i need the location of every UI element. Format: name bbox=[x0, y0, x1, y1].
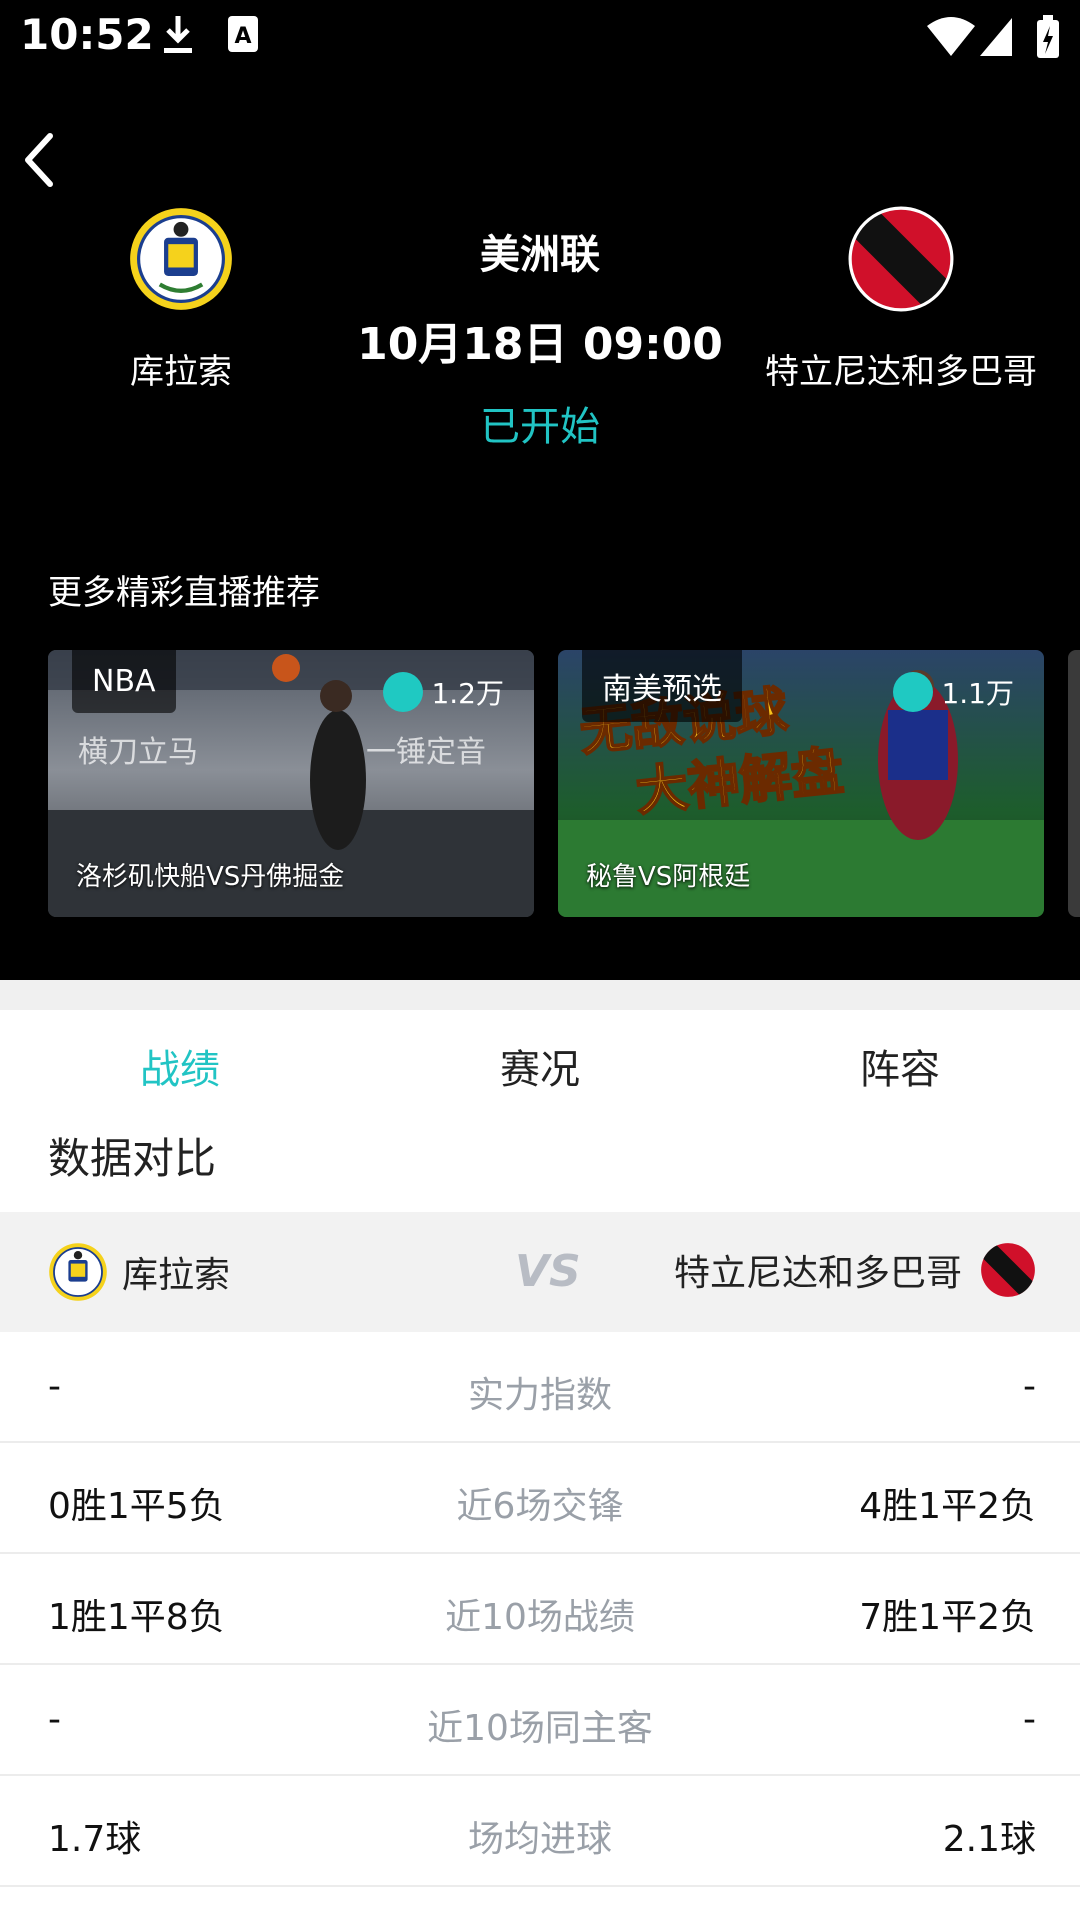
viewer-dot-icon bbox=[893, 672, 934, 712]
row-label: 实力指数 bbox=[467, 1375, 612, 1416]
league-name: 美洲联 bbox=[480, 232, 600, 278]
divider bbox=[0, 980, 1080, 1010]
card-viewers: 1.2万 bbox=[383, 672, 504, 712]
compare-row: - 近10场同主客 - bbox=[0, 1665, 1080, 1776]
away-value: 4胜1平2负 bbox=[859, 1486, 1036, 1527]
vs-home: 库拉索 bbox=[48, 1242, 230, 1302]
vs-away: 特立尼达和多巴哥 bbox=[674, 1242, 1036, 1298]
card-viewers: 1.1万 bbox=[893, 672, 1014, 712]
status-bar: 10:52 A bbox=[0, 0, 1080, 72]
svg-text:横刀立马: 横刀立马 bbox=[78, 735, 198, 770]
match-state: 已开始 bbox=[480, 404, 600, 450]
vs-home-name: 库拉索 bbox=[122, 1255, 231, 1296]
home-team-logo bbox=[130, 208, 232, 310]
compare-row: 0胜1平5负 近6场交锋 4胜1平2负 bbox=[0, 1443, 1080, 1554]
card-tag: 南美预选 bbox=[582, 650, 742, 722]
card-viewer-count: 1.1万 bbox=[941, 677, 1014, 710]
wifi-icon bbox=[927, 17, 975, 56]
tab-bar: 战绩 赛况 阵容 bbox=[0, 1010, 1080, 1130]
home-value: - bbox=[48, 1699, 61, 1740]
battery-icon bbox=[1037, 15, 1059, 58]
card-viewer-count: 1.2万 bbox=[431, 677, 504, 710]
download-icon bbox=[164, 16, 192, 53]
row-label: 近10场战绩 bbox=[445, 1597, 635, 1638]
away-team-logo bbox=[848, 206, 954, 312]
row-label: 近6场交锋 bbox=[456, 1486, 624, 1527]
match-info: 美洲联 10月18日 09:00 已开始 bbox=[340, 222, 740, 452]
signal-icon bbox=[980, 18, 1012, 56]
away-value: - bbox=[1023, 1366, 1036, 1407]
status-time: 10:52 bbox=[20, 10, 154, 59]
versus-bar: 库拉索 VS 特立尼达和多巴哥 bbox=[0, 1212, 1080, 1332]
tab-lineup[interactable]: 阵容 bbox=[720, 1010, 1080, 1130]
away-team-name: 特立尼达和多巴哥 bbox=[765, 352, 1037, 392]
compare-row: - 实力指数 - bbox=[0, 1332, 1080, 1443]
match-header: 10:52 A 库拉索 美洲联 10月18日 09:00 已开始 特立尼达和多巴… bbox=[0, 0, 1080, 980]
match-datetime: 10月18日 09:00 bbox=[357, 319, 723, 370]
away-value: - bbox=[1023, 1699, 1036, 1740]
svg-text:一锤定音: 一锤定音 bbox=[366, 735, 486, 770]
home-team-logo-small bbox=[49, 1243, 107, 1301]
away-team-logo-small bbox=[981, 1243, 1035, 1297]
away-value: 2.1球 bbox=[942, 1819, 1036, 1860]
home-value: - bbox=[48, 1366, 61, 1407]
tab-live-status[interactable]: 赛况 bbox=[360, 1010, 720, 1130]
card-title: 秘鲁VS阿根廷 bbox=[586, 862, 751, 892]
home-value: 1.7球 bbox=[48, 1819, 142, 1860]
section-title: 数据对比 bbox=[48, 1134, 217, 1183]
row-label: 近10场同主客 bbox=[427, 1708, 653, 1749]
tab-record[interactable]: 战绩 bbox=[0, 1010, 360, 1130]
row-label: 场均进球 bbox=[467, 1819, 612, 1860]
home-team-name: 库拉索 bbox=[130, 352, 232, 392]
live-card[interactable]: 无敌说球 大神解盘 南美预选 1.1万 秘鲁VS阿根廷 bbox=[558, 650, 1044, 917]
card-tag: NBA bbox=[72, 650, 176, 713]
viewer-dot-icon bbox=[383, 672, 424, 712]
compare-row: 1胜1平8负 近10场战绩 7胜1平2负 bbox=[0, 1554, 1080, 1665]
vs-away-name: 特立尼达和多巴哥 bbox=[673, 1253, 962, 1294]
notification-a-icon: A bbox=[228, 16, 258, 52]
home-value: 0胜1平5负 bbox=[48, 1486, 225, 1527]
compare-row: 1.7球 场均进球 2.1球 bbox=[0, 1776, 1080, 1887]
svg-text:A: A bbox=[234, 24, 251, 49]
away-team[interactable]: 特立尼达和多巴哥 bbox=[751, 206, 1051, 393]
compare-table: - 实力指数 - 0胜1平5负 近6场交锋 4胜1平2负 1胜1平8负 近10场… bbox=[0, 1332, 1080, 1887]
live-card-partial[interactable] bbox=[1068, 650, 1080, 917]
vs-label: VS bbox=[515, 1246, 581, 1297]
away-value: 7胜1平2负 bbox=[859, 1597, 1036, 1638]
home-team[interactable]: 库拉索 bbox=[31, 206, 331, 393]
card-title: 洛杉矶快船VS丹佛掘金 bbox=[76, 862, 345, 892]
recommend-title: 更多精彩直播推荐 bbox=[48, 573, 320, 613]
back-icon[interactable] bbox=[20, 130, 60, 190]
home-value: 1胜1平8负 bbox=[48, 1597, 225, 1638]
live-card[interactable]: 横刀立马 一锤定音 NBA 1.2万 洛杉矶快船VS丹佛掘金 bbox=[48, 650, 534, 917]
